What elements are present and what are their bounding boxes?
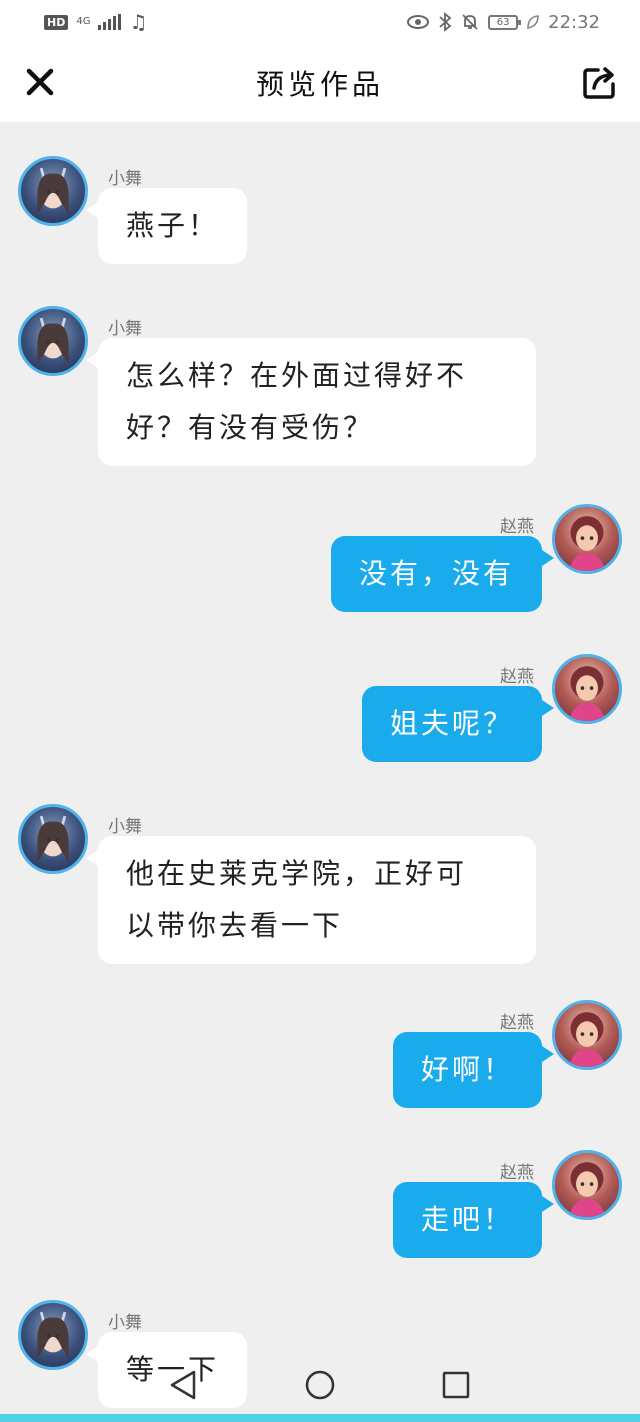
character-avatar-icon [37,815,69,862]
sender-name: 赵燕 [500,667,534,687]
sender-name: 小舞 [108,1313,142,1333]
message-bubble[interactable]: 他在史莱克学院，正好可 以带你去看一下 [86,836,536,964]
avatar-xiaowu[interactable] [18,156,88,226]
sender-name: 小舞 [108,817,142,837]
status-right: 63 22:32 [406,12,600,33]
eye-icon [407,15,430,29]
signal-icon [98,14,122,30]
recent-square-icon [442,1371,470,1399]
avatar-zhaoyan[interactable] [552,504,622,574]
character-avatar-icon [37,317,69,364]
message-row: 小舞 怎么样？在外面过得好不 好？有没有受伤？ [0,306,640,466]
message-row: 小舞 他在史莱克学院，正好可 以带你去看一下 [0,804,640,964]
leaf-icon [527,15,539,29]
nav-back-button[interactable] [166,1367,202,1403]
character-avatar-icon [568,666,606,721]
message-row: 赵燕 姐夫呢？ [0,654,640,774]
message-bubble[interactable]: 怎么样？在外面过得好不 好？有没有受伤？ [86,338,536,466]
avatar-zhaoyan[interactable] [552,1150,622,1220]
top-header: 预览作品 [0,44,640,122]
message-row: 赵燕 好啊！ [0,1000,640,1120]
network-type: 4G [76,16,91,27]
status-time: 22:32 [548,11,600,33]
character-avatar-icon [37,167,69,214]
message-row: 赵燕 走吧！ [0,1150,640,1270]
message-row: 小舞 燕子！ [0,156,640,276]
message-bubble[interactable]: 姐夫呢？ [361,686,555,762]
avatar-xiaowu[interactable] [18,804,88,874]
share-icon [583,67,615,99]
close-button[interactable] [20,62,60,102]
back-triangle-icon [170,1370,196,1400]
status-left: HD 4G ♫ [44,10,147,34]
avatar-zhaoyan[interactable] [552,654,622,724]
character-avatar-icon [568,1162,606,1217]
music-icon: ♫ [129,10,148,34]
chat-area[interactable]: 小舞 燕子！ 小舞 怎么样？在外面过得好不 好？有没有受伤？ 赵燕 没有，没有 … [0,122,640,1422]
status-bar: HD 4G ♫ 63 22:32 [0,0,640,44]
message-bubble[interactable]: 走吧！ [392,1182,555,1258]
nav-recent-button[interactable] [438,1367,474,1403]
sender-name: 小舞 [108,319,142,339]
system-nav-bar [0,1348,640,1422]
sender-name: 小舞 [108,169,142,189]
bluetooth-icon [439,12,452,32]
sender-name: 赵燕 [500,1013,534,1033]
mute-bell-icon [462,14,478,30]
share-button[interactable] [580,62,620,102]
home-circle-icon [305,1370,335,1400]
message-row: 赵燕 没有，没有 [0,504,640,624]
character-avatar-icon [568,1012,606,1067]
avatar-zhaoyan[interactable] [552,1000,622,1070]
character-avatar-icon [568,516,606,571]
sender-name: 赵燕 [500,517,534,537]
message-bubble[interactable]: 好啊！ [392,1032,555,1108]
bottom-accent-strip [0,1414,640,1422]
message-bubble[interactable]: 没有，没有 [330,536,555,612]
avatar-xiaowu[interactable] [18,306,88,376]
nav-home-button[interactable] [302,1367,338,1403]
sender-name: 赵燕 [500,1163,534,1183]
message-bubble[interactable]: 燕子！ [85,188,248,264]
hd-badge: HD [44,14,69,30]
page-title: 预览作品 [255,68,384,101]
battery-icon: 63 [488,14,522,30]
close-icon [26,68,54,96]
